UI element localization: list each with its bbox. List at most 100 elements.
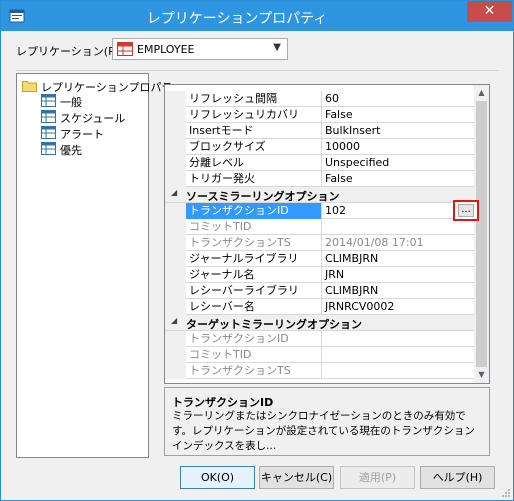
vertical-scrollbar[interactable]: ▲ ▼: [474, 85, 489, 383]
tree-item-label: スケジュール: [60, 112, 126, 125]
property-row[interactable]: トランザクションID: [165, 331, 474, 347]
resize-grip-icon[interactable]: [500, 487, 510, 497]
replication-dropdown[interactable]: EMPLOYEE ▼: [112, 38, 288, 60]
description-text: ミラーリングまたはシンクロナイゼーションのときのみ有効です。レプリケーションが設…: [172, 410, 475, 452]
property-value[interactable]: [322, 363, 474, 379]
tree-item-label: 一般: [60, 96, 82, 109]
row-gutter: [165, 91, 186, 107]
property-row[interactable]: リフレッシュ間隔 60: [165, 91, 474, 107]
property-value[interactable]: Unspecified: [322, 155, 474, 171]
property-value[interactable]: CLIMBJRN: [322, 251, 474, 267]
property-name: ブロックサイズ: [186, 139, 322, 155]
property-row[interactable]: コミットTID: [165, 219, 474, 235]
property-name: トランザクションID: [186, 203, 322, 219]
property-value[interactable]: False: [322, 107, 474, 123]
row-gutter: [165, 331, 186, 347]
property-value[interactable]: 10000: [322, 139, 474, 155]
scroll-up-icon[interactable]: ▲: [474, 85, 489, 101]
property-name: コミットTID: [186, 347, 322, 363]
transaction-id-browse-button[interactable]: ...: [453, 200, 479, 221]
property-name: ジャーナル名: [186, 267, 322, 283]
replication-value: EMPLOYEE: [137, 43, 195, 56]
grid-icon: [41, 126, 56, 139]
ok-button[interactable]: OK(O): [180, 466, 255, 489]
property-row[interactable]: コミットTID: [165, 347, 474, 363]
property-value[interactable]: False: [322, 171, 474, 187]
separator: [16, 70, 499, 71]
tree-root-label: レプリケーションプロパティ: [41, 81, 183, 94]
title-bar[interactable]: レプリケーションプロパティ ✕: [1, 1, 513, 31]
property-row[interactable]: ジャーナルライブラリ CLIMBJRN: [165, 251, 474, 267]
property-name: レシーバーライブラリ: [186, 283, 322, 299]
row-gutter: [165, 107, 186, 123]
property-name: Insertモード: [186, 123, 322, 139]
property-row[interactable]: ブロックサイズ 10000: [165, 139, 474, 155]
property-name: リフレッシュリカバリ: [186, 107, 322, 123]
close-icon: ✕: [483, 3, 496, 19]
row-gutter: [165, 347, 186, 363]
cancel-button[interactable]: キャンセル(C): [259, 466, 334, 489]
row-gutter: [165, 203, 186, 219]
property-value[interactable]: JRN: [322, 267, 474, 283]
grid-icon: [41, 94, 56, 107]
property-name: トリガー発火: [186, 171, 322, 187]
help-button[interactable]: ヘルプ(H): [420, 466, 495, 489]
row-gutter: [165, 123, 186, 139]
category-label: ターゲットミラーリングオプション: [186, 318, 362, 331]
property-name: ジャーナルライブラリ: [186, 251, 322, 267]
property-row[interactable]: Insertモード BulkInsert: [165, 123, 474, 139]
row-gutter: [165, 155, 186, 171]
row-gutter: [165, 171, 186, 187]
property-value[interactable]: 2014/01/08 17:01: [322, 235, 474, 251]
row-gutter: [165, 251, 186, 267]
property-name: トランザクションID: [186, 331, 322, 347]
property-row[interactable]: リフレッシュリカバリ False: [165, 107, 474, 123]
collapse-icon[interactable]: ◢: [171, 316, 177, 325]
property-name: トランザクションTS: [186, 235, 322, 251]
property-value[interactable]: [322, 331, 474, 347]
ellipsis-icon[interactable]: ...: [458, 204, 474, 217]
property-row[interactable]: トランザクションTS: [165, 363, 474, 379]
properties-tree[interactable]: レプリケーションプロパティ 一般 スケジュール アラート 優先: [16, 73, 183, 458]
grid-icon: [41, 110, 56, 123]
property-row[interactable]: レシーバー名 JRNRCV0002: [165, 299, 474, 315]
property-category[interactable]: ◢ ターゲットミラーリングオプション: [165, 315, 474, 331]
property-value[interactable]: 102: [322, 203, 474, 219]
row-gutter: [165, 219, 186, 235]
property-row[interactable]: トランザクションID 102: [165, 203, 474, 219]
properties-dialog: レプリケーションプロパティ ✕ レプリケーション(R) EMPLOYEE ▼ レ…: [0, 0, 514, 501]
row-gutter: [165, 363, 186, 379]
property-value[interactable]: [322, 219, 474, 235]
table-icon: [117, 42, 133, 56]
chevron-down-icon[interactable]: ▼: [273, 42, 281, 53]
property-value[interactable]: [322, 347, 474, 363]
property-value[interactable]: JRNRCV0002: [322, 299, 474, 315]
property-row[interactable]: トランザクションTS 2014/01/08 17:01: [165, 235, 474, 251]
replication-label: レプリケーション(R): [16, 45, 121, 58]
property-row[interactable]: レシーバーライブラリ CLIMBJRN: [165, 283, 474, 299]
collapse-icon[interactable]: ◢: [171, 188, 177, 197]
property-row[interactable]: 分離レベル Unspecified: [165, 155, 474, 171]
property-value[interactable]: CLIMBJRN: [322, 283, 474, 299]
property-value[interactable]: BulkInsert: [322, 123, 474, 139]
window-title: レプリケーションプロパティ: [146, 11, 328, 27]
property-name: レシーバー名: [186, 299, 322, 315]
property-name: トランザクションTS: [186, 363, 322, 379]
scroll-thumb[interactable]: [476, 101, 487, 367]
close-button[interactable]: ✕: [467, 1, 512, 22]
tree-item-label: アラート: [60, 128, 104, 141]
property-grid[interactable]: リフレッシュ間隔 60 リフレッシュリカバリ False Insertモード BulkIn…: [164, 84, 490, 384]
property-value[interactable]: 60: [322, 91, 474, 107]
scroll-down-icon[interactable]: ▼: [474, 367, 489, 383]
property-row[interactable]: トリガー発火 False: [165, 171, 474, 187]
category-label: ソースミラーリングオプション: [186, 190, 340, 203]
apply-button[interactable]: 適用(P): [340, 466, 415, 489]
row-gutter: [165, 299, 186, 315]
property-row[interactable]: ジャーナル名 JRN: [165, 267, 474, 283]
row-gutter: [165, 267, 186, 283]
tree-item-label: 優先: [60, 144, 82, 157]
property-name: 分離レベル: [186, 155, 322, 171]
property-category[interactable]: ◢ ソースミラーリングオプション: [165, 187, 474, 203]
row-gutter: [165, 139, 186, 155]
description-panel: トランザクションID ミラーリングまたはシンクロナイゼーションのときのみ有効です…: [164, 387, 490, 456]
